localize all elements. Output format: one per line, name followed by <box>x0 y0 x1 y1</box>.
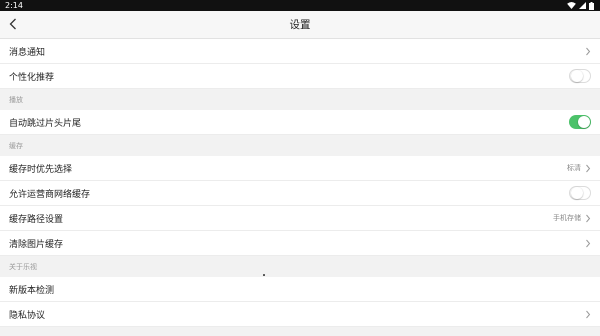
section-header-cache: 缓存 <box>9 141 23 150</box>
auto-skip-toggle[interactable] <box>569 115 591 129</box>
toggle-knob <box>571 70 583 82</box>
auto-skip-label: 自动跳过片头片尾 <box>9 118 82 129</box>
battery-icon <box>589 1 594 10</box>
personalized-toggle[interactable] <box>569 69 591 83</box>
carrier-cache-toggle[interactable] <box>569 186 591 200</box>
status-icons <box>567 1 594 10</box>
status-bar: 2:14 <box>0 0 600 11</box>
cache-path-row[interactable]: 缓存路径设置 手机存储 <box>0 206 600 231</box>
touch-indicator <box>263 274 265 276</box>
chevron-right-icon <box>586 47 591 55</box>
privacy-row[interactable]: 隐私协议 <box>0 302 600 327</box>
clear-images-label: 清除图片缓存 <box>9 239 64 250</box>
cache-path-value: 手机存储 <box>553 214 581 222</box>
chevron-left-icon <box>9 18 16 30</box>
toggle-knob <box>571 187 583 199</box>
notifications-label: 消息通知 <box>9 47 46 58</box>
chevron-right-icon <box>586 214 591 222</box>
app-header: 设置 <box>0 11 600 39</box>
check-update-label: 新版本检测 <box>9 285 55 296</box>
cache-priority-row[interactable]: 缓存时优先选择 标清 <box>0 156 600 181</box>
page-title: 设置 <box>289 19 311 31</box>
status-time: 2:14 <box>5 1 23 10</box>
section-header-about: 关于乐视 <box>9 262 37 271</box>
back-button[interactable] <box>4 15 22 33</box>
signal-icon <box>579 2 586 9</box>
chevron-right-icon <box>586 310 591 318</box>
notifications-row[interactable]: 消息通知 <box>0 39 600 64</box>
section-header-playback: 播放 <box>9 95 23 104</box>
cache-priority-label: 缓存时优先选择 <box>9 164 73 175</box>
carrier-cache-label: 允许运营商网络缓存 <box>9 189 91 200</box>
personalized-row: 个性化推荐 <box>0 64 600 89</box>
cache-path-label: 缓存路径设置 <box>9 214 64 225</box>
chevron-right-icon <box>586 164 591 172</box>
cache-priority-value: 标清 <box>567 164 581 172</box>
auto-skip-row: 自动跳过片头片尾 <box>0 110 600 135</box>
wifi-icon <box>567 2 576 9</box>
chevron-right-icon <box>586 239 591 247</box>
check-update-row[interactable]: 新版本检测 <box>0 277 600 302</box>
personalized-label: 个性化推荐 <box>9 72 55 83</box>
carrier-cache-row: 允许运营商网络缓存 <box>0 181 600 206</box>
toggle-knob <box>578 116 590 128</box>
privacy-label: 隐私协议 <box>9 310 46 321</box>
clear-images-row[interactable]: 清除图片缓存 <box>0 231 600 256</box>
